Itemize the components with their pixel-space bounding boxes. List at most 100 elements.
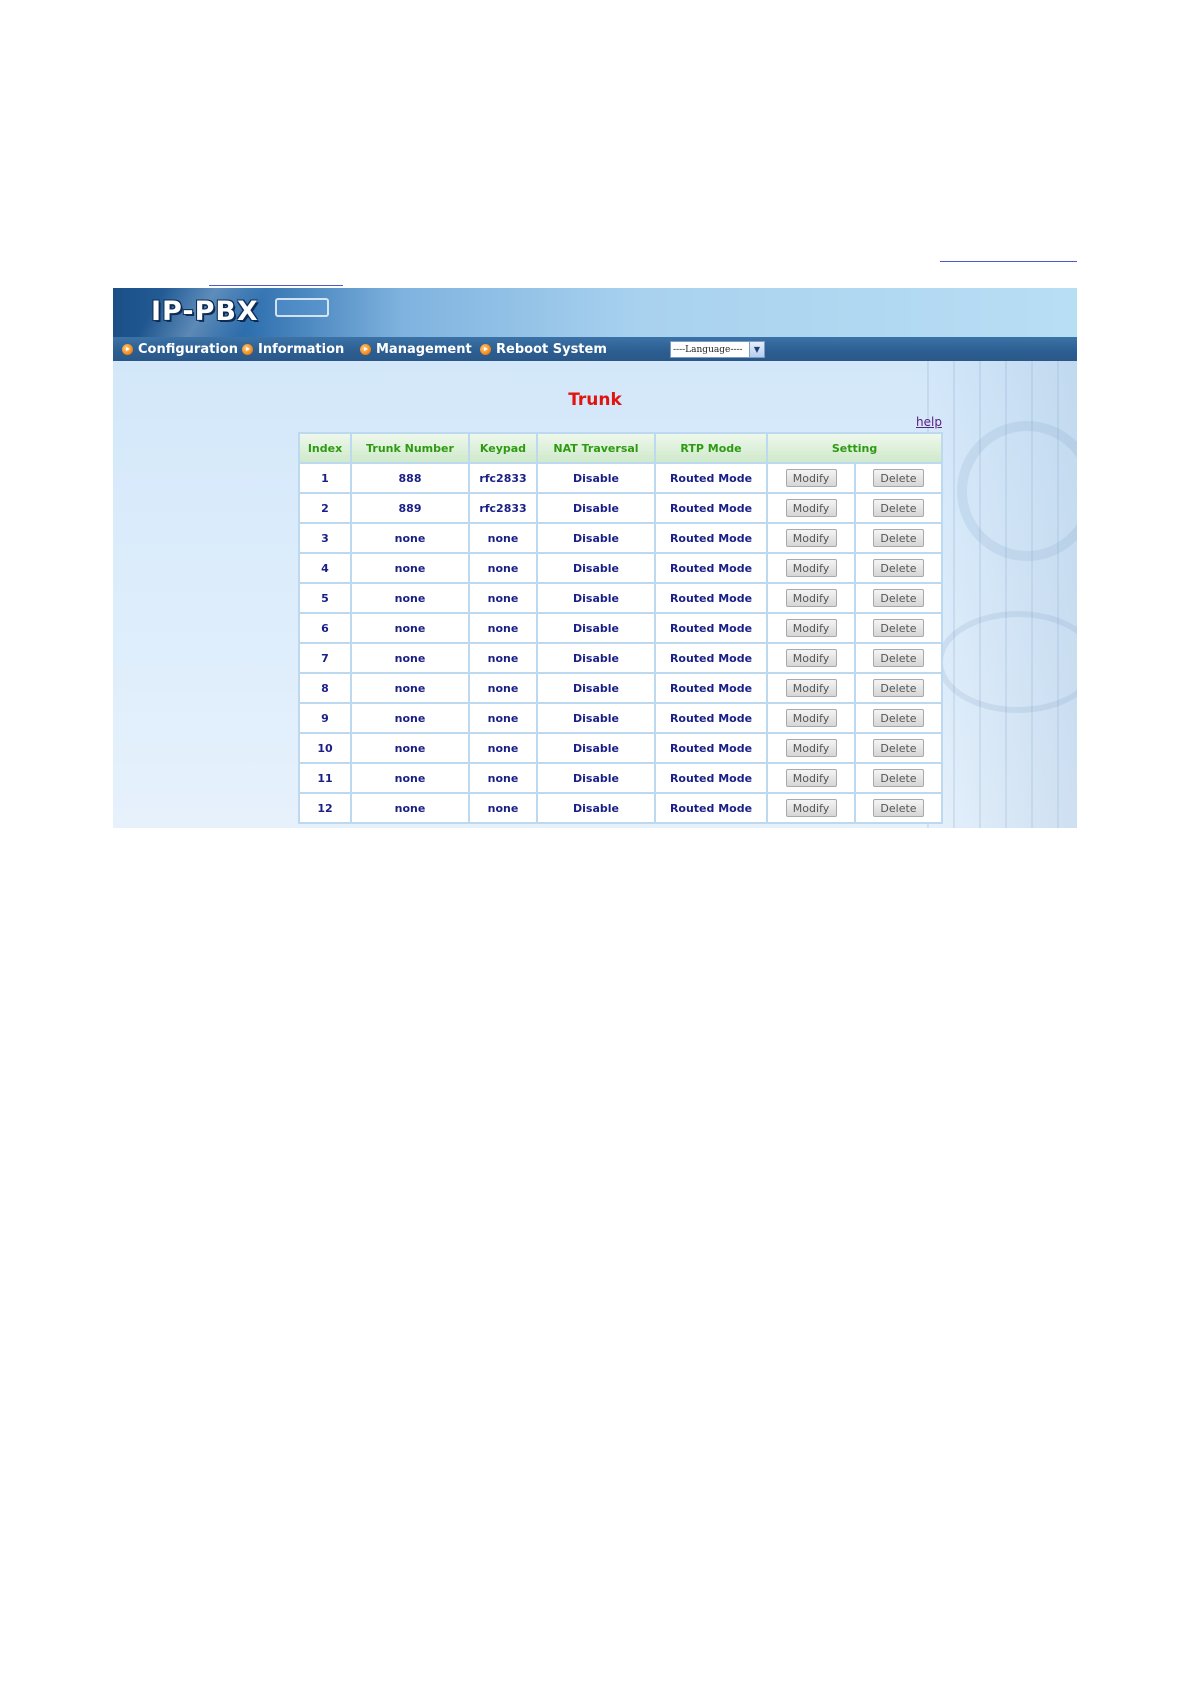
trunk-number-cell: none <box>350 672 470 704</box>
keypad-cell: none <box>468 732 538 764</box>
delete-button[interactable]: Delete <box>873 529 924 547</box>
delete-button[interactable]: Delete <box>873 769 924 787</box>
header-nat-traversal: NAT Traversal <box>536 432 656 464</box>
language-select[interactable]: ----Language---- ▼ <box>670 341 765 358</box>
table-row: 6 none none Disable Routed Mode Modify Delete <box>298 612 943 644</box>
trunk-number-cell: none <box>350 522 470 554</box>
rtp-mode-cell: Routed Mode <box>654 612 768 644</box>
trunk-number-cell: 888 <box>350 462 470 494</box>
index-cell: 9 <box>298 702 352 734</box>
banner-decor-pill <box>275 298 329 317</box>
modify-button[interactable]: Modify <box>785 619 837 637</box>
delete-button[interactable]: Delete <box>873 499 924 517</box>
modify-button[interactable]: Modify <box>785 739 837 757</box>
rtp-mode-cell: Routed Mode <box>654 462 768 494</box>
arrow-bullet-icon <box>360 343 371 355</box>
rtp-mode-cell: Routed Mode <box>654 492 768 524</box>
rtp-mode-cell: Routed Mode <box>654 792 768 824</box>
table-row: 3 none none Disable Routed Mode Modify Delete <box>298 522 943 554</box>
index-cell: 7 <box>298 642 352 674</box>
table-row: 8 none none Disable Routed Mode Modify Delete <box>298 672 943 704</box>
menu-management[interactable]: Management <box>360 340 472 358</box>
delete-cell: Delete <box>854 462 943 494</box>
modify-button[interactable]: Modify <box>785 529 837 547</box>
modify-cell: Modify <box>766 462 856 494</box>
modify-cell: Modify <box>766 732 856 764</box>
delete-cell: Delete <box>854 552 943 584</box>
decor-ring <box>937 611 1077 713</box>
keypad-cell: none <box>468 762 538 794</box>
delete-cell: Delete <box>854 522 943 554</box>
modify-cell: Modify <box>766 792 856 824</box>
modify-button[interactable]: Modify <box>785 499 837 517</box>
header-banner: IP-PBX <box>113 288 1077 337</box>
keypad-cell: none <box>468 702 538 734</box>
modify-cell: Modify <box>766 762 856 794</box>
modify-cell: Modify <box>766 672 856 704</box>
nat-traversal-cell: Disable <box>536 612 656 644</box>
header-index: Index <box>298 432 352 464</box>
modify-button[interactable]: Modify <box>785 709 837 727</box>
index-cell: 11 <box>298 762 352 794</box>
modify-cell: Modify <box>766 642 856 674</box>
decor-ring <box>957 421 1077 561</box>
nat-traversal-cell: Disable <box>536 552 656 584</box>
nat-traversal-cell: Disable <box>536 492 656 524</box>
delete-button[interactable]: Delete <box>873 589 924 607</box>
keypad-cell: none <box>468 642 538 674</box>
table-row: 9 none none Disable Routed Mode Modify Delete <box>298 702 943 734</box>
index-cell: 8 <box>298 672 352 704</box>
modify-button[interactable]: Modify <box>785 679 837 697</box>
delete-button[interactable]: Delete <box>873 559 924 577</box>
trunk-number-cell: none <box>350 702 470 734</box>
keypad-cell: none <box>468 522 538 554</box>
menu-reboot-system[interactable]: Reboot System <box>480 340 607 358</box>
rtp-mode-cell: Routed Mode <box>654 762 768 794</box>
nat-traversal-cell: Disable <box>536 582 656 614</box>
delete-button[interactable]: Delete <box>873 679 924 697</box>
help-link[interactable]: help <box>916 415 942 429</box>
delete-cell: Delete <box>854 582 943 614</box>
keypad-cell: none <box>468 612 538 644</box>
modify-button[interactable]: Modify <box>785 469 837 487</box>
header-trunk-number: Trunk Number <box>350 432 470 464</box>
rtp-mode-cell: Routed Mode <box>654 732 768 764</box>
delete-button[interactable]: Delete <box>873 709 924 727</box>
chevron-down-icon[interactable]: ▼ <box>749 342 764 357</box>
nat-traversal-cell: Disable <box>536 732 656 764</box>
delete-button[interactable]: Delete <box>873 619 924 637</box>
modify-button[interactable]: Modify <box>785 589 837 607</box>
index-cell: 1 <box>298 462 352 494</box>
ippbx-screenshot: IP-PBX Configuration Information Managem… <box>113 288 1077 828</box>
delete-cell: Delete <box>854 492 943 524</box>
modify-cell: Modify <box>766 552 856 584</box>
arrow-bullet-icon <box>480 343 491 355</box>
modify-button[interactable]: Modify <box>785 769 837 787</box>
delete-button[interactable]: Delete <box>873 739 924 757</box>
table-row: 1 888 rfc2833 Disable Routed Mode Modify Delet… <box>298 462 943 494</box>
delete-button[interactable]: Delete <box>873 799 924 817</box>
document-link-underline-right <box>940 261 1077 262</box>
delete-cell: Delete <box>854 792 943 824</box>
menu-information[interactable]: Information <box>242 340 344 358</box>
index-cell: 10 <box>298 732 352 764</box>
keypad-cell: none <box>468 582 538 614</box>
modify-button[interactable]: Modify <box>785 559 837 577</box>
rtp-mode-cell: Routed Mode <box>654 672 768 704</box>
delete-button[interactable]: Delete <box>873 649 924 667</box>
trunk-number-cell: none <box>350 642 470 674</box>
header-keypad: Keypad <box>468 432 538 464</box>
trunk-number-cell: none <box>350 552 470 584</box>
modify-button[interactable]: Modify <box>785 799 837 817</box>
modify-button[interactable]: Modify <box>785 649 837 667</box>
delete-button[interactable]: Delete <box>873 469 924 487</box>
background-decoration <box>927 361 1077 828</box>
arrow-bullet-icon <box>122 343 133 355</box>
delete-cell: Delete <box>854 672 943 704</box>
table-row: 4 none none Disable Routed Mode Modify Delete <box>298 552 943 584</box>
table-header-row: Index Trunk Number Keypad NAT Traversal … <box>298 432 943 464</box>
keypad-cell: none <box>468 672 538 704</box>
table-row: 5 none none Disable Routed Mode Modify Delete <box>298 582 943 614</box>
menu-configuration[interactable]: Configuration <box>122 340 238 358</box>
nat-traversal-cell: Disable <box>536 522 656 554</box>
